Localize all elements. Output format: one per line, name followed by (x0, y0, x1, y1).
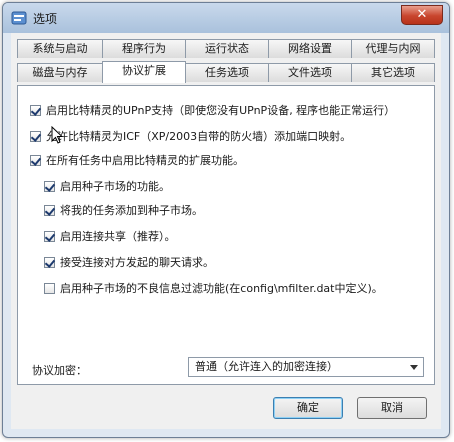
checkbox[interactable] (30, 130, 41, 142)
option-seed-market[interactable]: 启用种子市场的功能。 (44, 178, 170, 194)
tab-task-options[interactable]: 任务选项 (185, 63, 269, 82)
option-label: 允许比特精灵为ICF（XP/2003自带的防火墙）添加端口映射。 (46, 130, 352, 143)
option-label: 在所有任务中启用比特精灵的扩展功能。 (46, 154, 244, 167)
close-button[interactable]: ✕ (401, 5, 443, 25)
tab-system-startup[interactable]: 系统与启动 (17, 39, 103, 58)
checkbox[interactable] (30, 154, 41, 166)
option-connection-sharing[interactable]: 启用连接共享（推荐）。 (44, 228, 176, 244)
tab-network-settings[interactable]: 网络设置 (268, 39, 352, 58)
option-extension-all[interactable]: 在所有任务中启用比特精灵的扩展功能。 (30, 152, 244, 168)
option-icf[interactable]: 允许比特精灵为ICF（XP/2003自带的防火墙）添加端口映射。 (30, 128, 351, 144)
encryption-select[interactable]: 普通（允许连入的加密连接） (188, 357, 424, 377)
close-icon: ✕ (416, 7, 428, 22)
tab-panel: 启用比特精灵的UPnP支持（即使您没有UPnP设备, 程序也能正常运行） 允许比… (17, 85, 435, 385)
encryption-label: 协议加密： (32, 364, 87, 377)
option-label: 启用种子市场的功能。 (60, 180, 170, 193)
cancel-button[interactable]: 取消 (357, 397, 427, 419)
option-bad-info-filter[interactable]: 启用种子市场的不良信息过滤功能(在config\mfilter.dat中定义)。 (44, 280, 383, 296)
option-accept-chat[interactable]: 接受连接对方发起的聊天请求。 (44, 254, 214, 270)
tab-row-2: 磁盘与内存 协议扩展 任务选项 文件选项 其它选项 (17, 61, 435, 83)
checkbox[interactable] (44, 256, 55, 268)
tab-run-status[interactable]: 运行状态 (185, 39, 269, 58)
option-label: 启用比特精灵的UPnP支持（即使您没有UPnP设备, 程序也能正常运行） (46, 104, 396, 117)
option-label: 启用种子市场的不良信息过滤功能(在config\mfilter.dat中定义)。 (60, 282, 383, 295)
tab-proxy-lan[interactable]: 代理与内网 (351, 39, 435, 58)
option-label: 接受连接对方发起的聊天请求。 (60, 256, 214, 269)
window-title: 选项 (33, 12, 58, 26)
checkbox[interactable] (44, 230, 55, 242)
tab-other-options[interactable]: 其它选项 (351, 63, 435, 82)
checkbox[interactable] (44, 282, 55, 294)
title-bar[interactable]: 选项 ✕ (3, 3, 449, 33)
option-label: 启用连接共享（推荐）。 (60, 230, 176, 243)
dialog-client: 系统与启动 程序行为 运行状态 网络设置 代理与内网 磁盘与内存 协议扩展 任务… (11, 33, 441, 429)
mouse-cursor-icon (51, 126, 63, 144)
ok-button[interactable]: 确定 (273, 397, 343, 419)
checkbox[interactable] (44, 180, 55, 192)
encryption-value: 普通（允许连入的加密连接） (195, 360, 338, 373)
option-upnp[interactable]: 启用比特精灵的UPnP支持（即使您没有UPnP设备, 程序也能正常运行） (30, 102, 395, 118)
tab-protocol-extension[interactable]: 协议扩展 (102, 61, 186, 83)
checkbox[interactable] (30, 104, 41, 116)
options-dialog: 选项 ✕ 系统与启动 程序行为 运行状态 网络设置 代理与内网 磁盘与内存 协议… (2, 2, 450, 438)
app-icon (11, 11, 27, 25)
tab-row-1: 系统与启动 程序行为 运行状态 网络设置 代理与内网 (17, 39, 435, 59)
tab-disk-memory[interactable]: 磁盘与内存 (17, 63, 103, 82)
checkbox[interactable] (44, 204, 55, 216)
chevron-down-icon (410, 365, 418, 370)
tab-file-options[interactable]: 文件选项 (268, 63, 352, 82)
tab-program-behavior[interactable]: 程序行为 (102, 39, 186, 58)
option-add-to-market[interactable]: 将我的任务添加到种子市场。 (44, 202, 203, 218)
option-label: 将我的任务添加到种子市场。 (60, 204, 203, 217)
